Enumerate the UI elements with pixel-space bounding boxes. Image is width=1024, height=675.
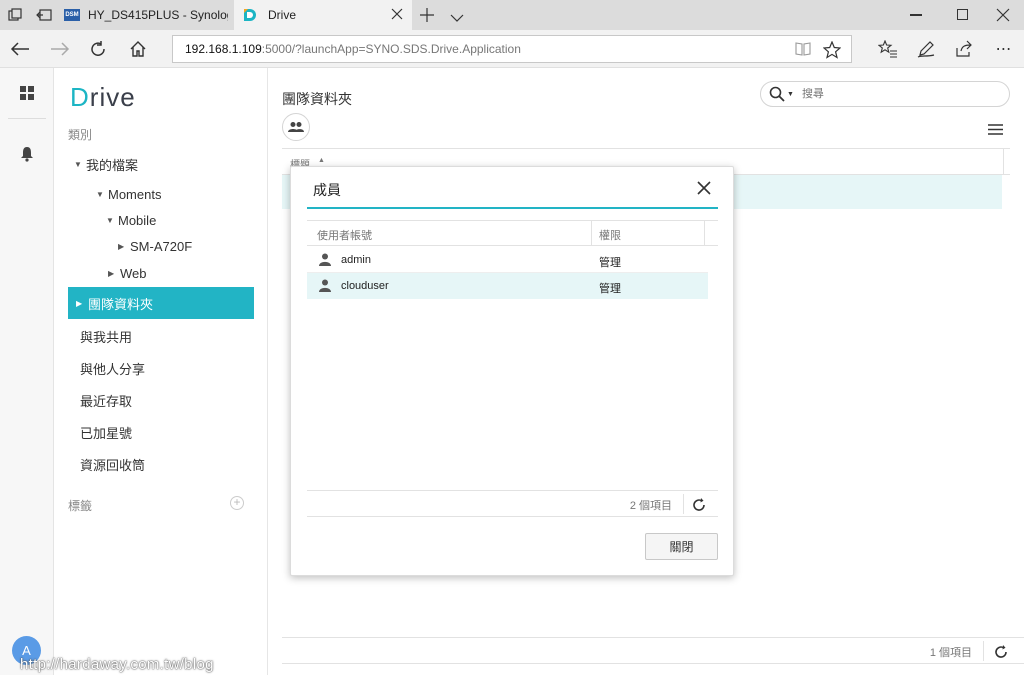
close-window-icon[interactable] bbox=[996, 8, 1010, 22]
set-tabs-aside-icon[interactable] bbox=[36, 8, 52, 22]
favorite-star-icon[interactable] bbox=[822, 40, 842, 59]
sidebar-item-shared-with-others[interactable]: 與他人分享 bbox=[80, 358, 145, 378]
back-icon[interactable] bbox=[8, 37, 32, 61]
browser-toolbar: 192.168.1.109:5000/?launchApp=SYNO.SDS.D… bbox=[0, 30, 1024, 68]
tab-list-icon[interactable] bbox=[8, 8, 22, 22]
drive-logo: Drive bbox=[70, 82, 136, 112]
share-icon[interactable] bbox=[952, 37, 976, 61]
caret-right-icon[interactable]: ▶ bbox=[118, 242, 130, 251]
new-tab-icon[interactable] bbox=[420, 8, 434, 22]
tree-item-moments[interactable]: ▼ Moments bbox=[96, 184, 161, 204]
tree-item-my-files[interactable]: ▼ 我的檔案 bbox=[74, 154, 138, 174]
more-options-icon[interactable]: ⋯ bbox=[992, 37, 1016, 61]
close-button[interactable]: 關閉 bbox=[645, 533, 718, 560]
rail-divider bbox=[8, 118, 46, 119]
chevron-down-icon[interactable]: ▼ bbox=[787, 91, 794, 98]
drive-favicon-icon bbox=[242, 7, 258, 23]
column-divider bbox=[591, 221, 592, 246]
forward-icon[interactable] bbox=[48, 37, 72, 61]
hamburger-menu-icon[interactable] bbox=[988, 122, 1003, 135]
user-account: clouduser bbox=[341, 280, 389, 292]
watermark-text: http://hardaway.com.tw/blog bbox=[20, 656, 214, 673]
sidebar-item-shared-with-me[interactable]: 與我共用 bbox=[80, 326, 132, 346]
tree-item-mobile[interactable]: ▼ Mobile bbox=[106, 210, 156, 230]
table-row[interactable]: admin 管理 bbox=[307, 247, 708, 273]
item-count: 1 個項目 bbox=[929, 647, 972, 659]
close-tab-icon[interactable] bbox=[390, 7, 404, 21]
column-divider bbox=[704, 221, 705, 246]
tab-title: HY_DS415PLUS - Synology I bbox=[88, 8, 228, 22]
sidebar-item-starred[interactable]: 已加星號 bbox=[80, 422, 132, 442]
item-count: 2 個項目 bbox=[629, 500, 672, 512]
tree-item-sm-a720f[interactable]: ▶ SM-A720F bbox=[118, 236, 192, 256]
address-bar[interactable]: 192.168.1.109:5000/?launchApp=SYNO.SDS.D… bbox=[172, 35, 852, 63]
sidebar-item-recent[interactable]: 最近存取 bbox=[80, 390, 132, 410]
url-host: 192.168.1.109 bbox=[185, 42, 262, 56]
caret-right-icon[interactable]: ▶ bbox=[108, 269, 120, 278]
url-path: :5000/?launchApp=SYNO.SDS.Drive.Applicat… bbox=[261, 42, 521, 56]
maximize-icon[interactable] bbox=[957, 9, 968, 20]
user-icon bbox=[319, 279, 331, 292]
caret-down-icon[interactable]: ▼ bbox=[96, 190, 108, 199]
user-permission: 管理 bbox=[599, 257, 621, 269]
category-label: 類別 bbox=[68, 128, 93, 142]
apps-grid-icon[interactable] bbox=[19, 85, 35, 101]
home-icon[interactable] bbox=[126, 37, 150, 61]
table-row[interactable]: clouduser 管理 bbox=[307, 273, 708, 299]
tab-drive[interactable]: Drive bbox=[234, 0, 412, 30]
app-rail: A bbox=[0, 68, 54, 675]
search-box[interactable]: ▼ bbox=[760, 81, 1010, 107]
dialog-title: 成員 bbox=[313, 182, 341, 198]
sidebar-item-team-folder[interactable]: ▶ 團隊資料夾 bbox=[68, 287, 254, 319]
sidebar-item-recycle-bin[interactable]: 資源回收筒 bbox=[80, 454, 145, 474]
footer-divider bbox=[983, 641, 984, 661]
search-icon[interactable] bbox=[769, 86, 785, 102]
tab-synology[interactable]: DSM HY_DS415PLUS - Synology I bbox=[58, 0, 232, 30]
tree-item-web[interactable]: ▶ Web bbox=[108, 263, 147, 283]
tags-label: 標籤 bbox=[68, 499, 93, 513]
close-icon[interactable] bbox=[697, 181, 711, 195]
title-underline bbox=[307, 207, 718, 209]
members-icon bbox=[288, 122, 304, 132]
refresh-icon[interactable] bbox=[86, 37, 110, 61]
sidebar: Drive 類別 ▼ 我的檔案 ▼ Moments ▼ Mobile ▶ SM-A720… bbox=[54, 68, 268, 675]
notification-bell-icon[interactable] bbox=[20, 146, 34, 162]
dsm-favicon-icon: DSM bbox=[64, 9, 80, 21]
search-input[interactable] bbox=[801, 88, 982, 100]
column-permission[interactable]: 權限 bbox=[599, 227, 621, 243]
reading-view-icon[interactable] bbox=[795, 42, 811, 56]
notes-pen-icon[interactable] bbox=[914, 37, 938, 61]
members-grid-header: 使用者帳號 權限 bbox=[307, 220, 718, 246]
column-divider bbox=[1003, 149, 1004, 175]
dialog-list-footer: 2 個項目 bbox=[307, 490, 718, 517]
caret-down-icon[interactable]: ▼ bbox=[106, 216, 118, 225]
refresh-list-icon[interactable] bbox=[994, 645, 1008, 659]
add-tag-icon[interactable]: + bbox=[230, 496, 244, 510]
members-button[interactable] bbox=[282, 113, 310, 141]
page-title: 團隊資料夾 bbox=[282, 91, 352, 107]
members-dialog: 成員 使用者帳號 權限 admin 管理 clouduser 管理 2 個項目 … bbox=[290, 166, 734, 576]
favorites-hub-icon[interactable] bbox=[876, 37, 900, 61]
user-permission: 管理 bbox=[599, 283, 621, 295]
user-account: admin bbox=[341, 254, 371, 266]
tab-title: Drive bbox=[268, 8, 297, 22]
browser-tab-bar: DSM HY_DS415PLUS - Synology I Drive bbox=[0, 0, 1024, 30]
tab-preview-chevron-icon[interactable] bbox=[450, 10, 464, 22]
sort-ascending-icon: ▲ bbox=[318, 157, 325, 164]
minimize-icon[interactable] bbox=[910, 14, 922, 16]
list-footer: 1 個項目 bbox=[282, 637, 1024, 664]
footer-divider bbox=[683, 494, 684, 514]
caret-down-icon[interactable]: ▼ bbox=[74, 160, 86, 169]
refresh-icon[interactable] bbox=[692, 498, 706, 512]
caret-right-icon[interactable]: ▶ bbox=[76, 299, 88, 308]
column-user-account[interactable]: 使用者帳號 bbox=[317, 227, 372, 243]
user-icon bbox=[319, 253, 331, 266]
